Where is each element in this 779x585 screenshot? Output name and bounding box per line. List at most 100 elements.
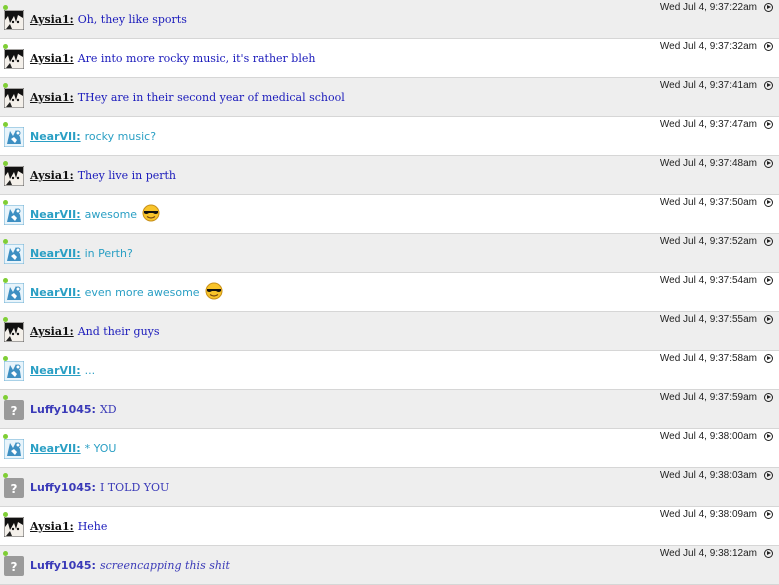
message-options-icon[interactable] [764, 3, 773, 12]
sunglasses-emoticon-icon [141, 204, 161, 222]
message-timestamp: Wed Jul 4, 9:37:52am [659, 236, 757, 247]
message-options-icon[interactable] [764, 159, 773, 168]
username-link[interactable]: NearVII: [30, 130, 81, 143]
question-mark-avatar-icon[interactable]: ? [4, 478, 24, 498]
username-link[interactable]: Aysia1: [30, 169, 74, 182]
chat-message-row: Aysia1: And their guys Wed Jul 4, 9:37:55a… [0, 312, 779, 351]
message-timestamp: Wed Jul 4, 9:38:00am [659, 431, 757, 442]
chat-message-row: ? Luffy1045: XD Wed Jul 4, 9:37:59am [0, 390, 779, 429]
message-line: Aysia1: Are into more rocky music, it's r… [30, 52, 315, 66]
chat-message-row: Aysia1: They live in perth Wed Jul 4, 9:37… [0, 156, 779, 195]
message-line: NearVII: in Perth? [30, 247, 133, 261]
chat-message-row: NearVII: rocky music? Wed Jul 4, 9:37:47am [0, 117, 779, 156]
message-line: NearVII: awesome [30, 204, 161, 222]
username-link[interactable]: Luffy1045: [30, 481, 96, 494]
message-timestamp: Wed Jul 4, 9:37:41am [659, 80, 757, 91]
message-line: Aysia1: Hehe [30, 520, 107, 534]
username-link[interactable]: Aysia1: [30, 52, 74, 65]
sunglasses-emoticon-icon [204, 282, 224, 300]
chat-message-row: ? Luffy1045: screencapping this shit Wed Ju… [0, 546, 779, 585]
message-text: awesome [84, 208, 138, 221]
username-link[interactable]: NearVII: [30, 364, 81, 377]
message-options-icon[interactable] [764, 42, 773, 51]
chat-message-row: NearVII: in Perth? Wed Jul 4, 9:37:52am [0, 234, 779, 273]
username-link[interactable]: Luffy1045: [30, 403, 96, 416]
user-avatar[interactable] [4, 244, 24, 264]
chat-log: Aysia1: Oh, they like sports Wed Jul 4, 9:… [0, 0, 779, 585]
message-text: even more awesome [84, 286, 200, 299]
message-timestamp: Wed Jul 4, 9:37:59am [659, 392, 757, 403]
message-timestamp: Wed Jul 4, 9:38:12am [659, 548, 757, 559]
user-avatar[interactable] [4, 283, 24, 303]
username-link[interactable]: Aysia1: [30, 13, 74, 26]
question-mark-avatar-icon[interactable]: ? [4, 556, 24, 576]
message-options-icon[interactable] [764, 549, 773, 558]
message-options-icon[interactable] [764, 81, 773, 90]
message-line: Luffy1045: screencapping this shit [30, 559, 230, 573]
message-text: Oh, they like sports [77, 13, 187, 26]
message-line: NearVII:... [30, 364, 95, 378]
message-options-icon[interactable] [764, 315, 773, 324]
chat-message-row: NearVII: even more awesome Wed Jul 4, 9:37… [0, 273, 779, 312]
message-options-icon[interactable] [764, 237, 773, 246]
user-avatar[interactable] [4, 10, 24, 30]
message-line: Aysia1: THey are in their second year of … [30, 91, 345, 105]
username-link[interactable]: Aysia1: [30, 91, 74, 104]
svg-text:?: ? [11, 560, 18, 574]
username-link[interactable]: Aysia1: [30, 325, 74, 338]
message-options-icon[interactable] [764, 198, 773, 207]
svg-text:?: ? [11, 482, 18, 496]
message-timestamp: Wed Jul 4, 9:37:32am [659, 41, 757, 52]
message-text: They live in perth [77, 169, 177, 182]
user-avatar[interactable] [4, 127, 24, 147]
username-link[interactable]: NearVII: [30, 247, 81, 260]
user-avatar[interactable] [4, 361, 24, 381]
user-avatar[interactable] [4, 49, 24, 69]
message-options-icon[interactable] [764, 471, 773, 480]
username-link[interactable]: Aysia1: [30, 520, 74, 533]
chat-message-row: NearVII: * YOU Wed Jul 4, 9:38:00am [0, 429, 779, 468]
message-text: Are into more rocky music, it's rather b… [77, 52, 316, 65]
user-avatar[interactable] [4, 205, 24, 225]
user-avatar[interactable] [4, 166, 24, 186]
user-avatar[interactable] [4, 517, 24, 537]
message-options-icon[interactable] [764, 510, 773, 519]
question-mark-avatar-icon[interactable]: ? [4, 400, 24, 420]
message-options-icon[interactable] [764, 276, 773, 285]
message-line: Luffy1045: I TOLD YOU [30, 481, 169, 495]
message-options-icon[interactable] [764, 354, 773, 363]
message-line: Aysia1: And their guys [30, 325, 160, 339]
message-timestamp: Wed Jul 4, 9:37:54am [659, 275, 757, 286]
message-text: screencapping this shit [99, 559, 230, 572]
username-link[interactable]: NearVII: [30, 208, 81, 221]
message-timestamp: Wed Jul 4, 9:37:22am [659, 2, 757, 13]
message-text: * YOU [84, 442, 117, 455]
username-link[interactable]: NearVII: [30, 442, 81, 455]
user-avatar[interactable] [4, 322, 24, 342]
chat-message-row: Aysia1: Oh, they like sports Wed Jul 4, 9:… [0, 0, 779, 39]
user-avatar[interactable] [4, 439, 24, 459]
username-link[interactable]: NearVII: [30, 286, 81, 299]
message-text: I TOLD YOU [99, 481, 170, 494]
message-options-icon[interactable] [764, 120, 773, 129]
message-options-icon[interactable] [764, 432, 773, 441]
chat-message-row: Aysia1: THey are in their second year of … [0, 78, 779, 117]
message-line: Aysia1: They live in perth [30, 169, 176, 183]
message-text: THey are in their second year of medical… [77, 91, 345, 104]
message-timestamp: Wed Jul 4, 9:37:47am [659, 119, 757, 130]
chat-message-row: Aysia1: Are into more rocky music, it's r… [0, 39, 779, 78]
message-timestamp: Wed Jul 4, 9:38:09am [659, 509, 757, 520]
message-options-icon[interactable] [764, 393, 773, 402]
chat-message-row: NearVII:... Wed Jul 4, 9:37:58am [0, 351, 779, 390]
username-link[interactable]: Luffy1045: [30, 559, 96, 572]
message-text: Hehe [77, 520, 108, 533]
message-timestamp: Wed Jul 4, 9:38:03am [659, 470, 757, 481]
message-timestamp: Wed Jul 4, 9:37:58am [659, 353, 757, 364]
user-avatar[interactable] [4, 88, 24, 108]
message-line: Aysia1: Oh, they like sports [30, 13, 187, 27]
message-timestamp: Wed Jul 4, 9:37:55am [659, 314, 757, 325]
message-text: rocky music? [84, 130, 157, 143]
message-timestamp: Wed Jul 4, 9:37:50am [659, 197, 757, 208]
message-line: Luffy1045: XD [30, 403, 117, 417]
chat-message-row: NearVII: awesome Wed Jul 4, 9:37:50am [0, 195, 779, 234]
